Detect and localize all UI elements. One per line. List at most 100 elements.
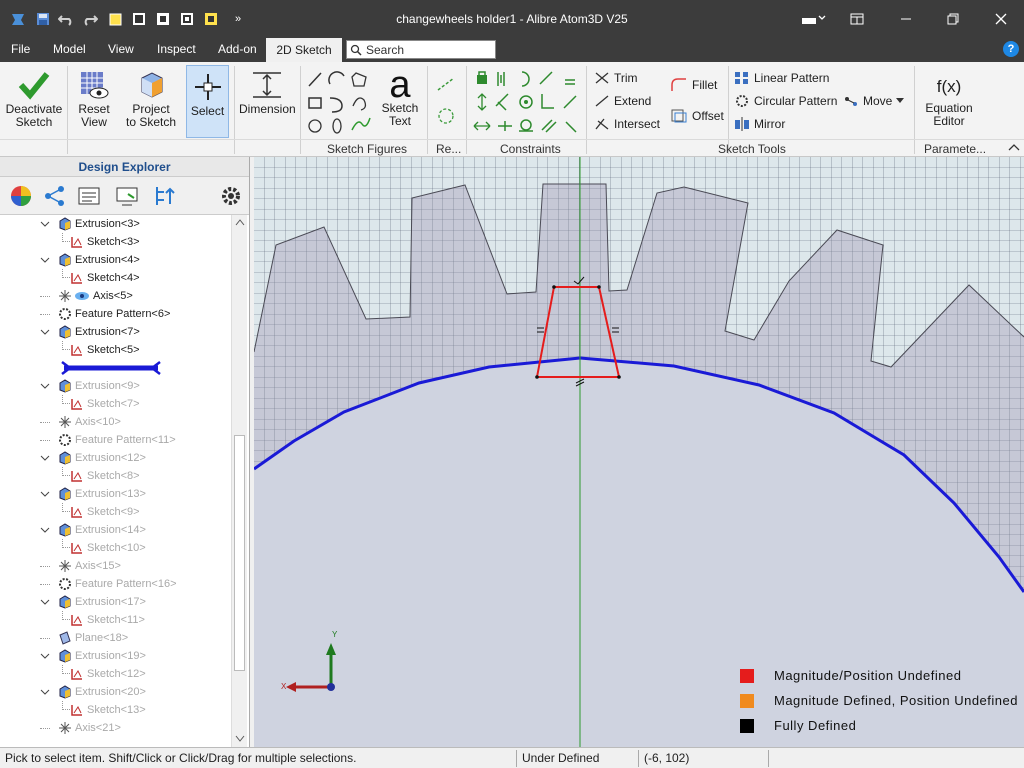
sketch-text-button[interactable]: a Sketch Text — [380, 66, 420, 128]
expand-chevron-icon[interactable] — [40, 489, 50, 499]
intersect-button[interactable]: Intersect — [594, 117, 660, 131]
tree-item[interactable]: Sketch<11> — [62, 611, 145, 629]
restore-ribbon-icon[interactable] — [846, 8, 868, 30]
sketch-canvas[interactable]: Y X Magnitude/Position Undefined Magnitu… — [254, 157, 1024, 747]
scrollbar-thumb[interactable] — [234, 435, 245, 671]
intersect-icon — [595, 118, 609, 130]
settings-gear-icon[interactable] — [218, 184, 244, 208]
tree-item[interactable]: Sketch<9> — [62, 503, 140, 521]
tree-item[interactable]: Axis<10> — [40, 413, 121, 431]
expand-chevron-icon[interactable] — [40, 453, 50, 463]
tree-item[interactable]: Extrusion<4> — [40, 251, 140, 269]
tree-item[interactable]: Axis<5> — [40, 287, 133, 305]
reset-view-label-1: Reset — [78, 102, 110, 116]
hierarchy-icon[interactable] — [152, 184, 178, 208]
move-button[interactable]: Move — [843, 94, 905, 108]
status-state: Under Defined — [516, 750, 638, 767]
tree-item[interactable]: Extrusion<14> — [40, 521, 146, 539]
status-coords: (-6, 102) — [638, 750, 768, 767]
tree-item[interactable]: Sketch<12> — [62, 665, 146, 683]
tree-item[interactable]: Extrusion<7> — [40, 323, 140, 341]
tree-item[interactable]: Sketch<5> — [62, 341, 140, 359]
expand-chevron-icon[interactable] — [40, 687, 50, 697]
close-icon[interactable] — [990, 8, 1012, 30]
search-input[interactable]: Search — [346, 40, 496, 59]
maximize-icon[interactable] — [942, 8, 964, 30]
tree-icon[interactable] — [42, 184, 68, 208]
mirror-button[interactable]: Mirror — [734, 117, 785, 131]
tree-item[interactable]: Sketch<13> — [62, 701, 146, 719]
dimension-button[interactable]: Dimension — [239, 70, 296, 116]
expand-chevron-icon[interactable] — [40, 597, 50, 607]
tree-item[interactable]: Sketch<3> — [62, 233, 140, 251]
reference-icons[interactable] — [436, 76, 458, 136]
collapse-ribbon-icon[interactable] — [1008, 142, 1020, 152]
tree-item[interactable]: Feature Pattern<6> — [40, 305, 170, 323]
rollback-bar[interactable] — [60, 359, 170, 377]
move-icon — [845, 97, 857, 106]
properties-icon[interactable] — [76, 184, 102, 208]
pattern-icon — [58, 433, 72, 447]
menu-model[interactable]: Model — [53, 42, 86, 56]
extend-button[interactable]: Extend — [594, 94, 651, 108]
tree-item[interactable]: Feature Pattern<11> — [40, 431, 176, 449]
expand-chevron-icon[interactable] — [40, 651, 50, 661]
dimension-label: Dimension — [239, 102, 296, 116]
expand-chevron-icon[interactable] — [40, 525, 50, 535]
select-button[interactable]: Select — [186, 65, 229, 138]
sketch-text-label-1: Sketch — [381, 101, 419, 115]
equation-editor-button[interactable]: f(x) Equation Editor — [920, 76, 978, 128]
sketch-view[interactable]: Y X — [254, 157, 1024, 747]
tree-item-label: Sketch<7> — [87, 398, 140, 410]
project-to-sketch-button[interactable]: Project to Sketch — [122, 70, 180, 129]
menu-inspect[interactable]: Inspect — [157, 42, 196, 56]
tree-scrollbar[interactable] — [231, 215, 247, 747]
sketch-icon — [70, 613, 84, 627]
tree-item[interactable]: Sketch<4> — [62, 269, 140, 287]
fillet-button[interactable]: Fillet — [670, 77, 717, 93]
tree-item[interactable]: Extrusion<17> — [40, 593, 146, 611]
tree-item[interactable]: Extrusion<12> — [40, 449, 146, 467]
trim-button[interactable]: Trim — [594, 71, 638, 85]
rollback-bar-icon[interactable] — [60, 361, 170, 375]
circular-pattern-button[interactable]: Circular Pattern — [734, 94, 837, 108]
expand-chevron-icon[interactable] — [40, 327, 50, 337]
sketch-figures-icons[interactable] — [306, 70, 376, 138]
deactivate-sketch-button[interactable]: Deactivate Sketch — [4, 70, 64, 129]
tab-2d-sketch[interactable]: 2D Sketch — [266, 38, 342, 62]
tree-item-label: Sketch<12> — [87, 668, 146, 680]
expand-chevron-icon[interactable] — [40, 381, 50, 391]
menu-file[interactable]: File — [11, 42, 30, 56]
offset-button[interactable]: Offset — [670, 108, 724, 124]
reset-view-button[interactable]: Reset View — [70, 70, 118, 129]
tree-item[interactable]: Axis<15> — [40, 557, 121, 575]
tree-item[interactable]: Axis<21> — [40, 719, 121, 737]
linear-pattern-button[interactable]: Linear Pattern — [734, 71, 829, 85]
tree-item[interactable]: Extrusion<13> — [40, 485, 146, 503]
tree-item[interactable]: Extrusion<3> — [40, 215, 140, 233]
color-wheel-icon[interactable] — [8, 184, 34, 208]
menu-view[interactable]: View — [108, 42, 134, 56]
expand-chevron-icon[interactable] — [40, 219, 50, 229]
tree-item[interactable]: Sketch<8> — [62, 467, 140, 485]
monitor-icon[interactable] — [114, 184, 140, 208]
tree-item[interactable]: Sketch<7> — [62, 395, 140, 413]
tree-item[interactable]: Feature Pattern<16> — [40, 575, 177, 593]
help-icon[interactable]: ? — [1003, 41, 1019, 57]
visibility-eye-icon[interactable] — [74, 291, 90, 301]
minimize-icon[interactable] — [895, 8, 917, 30]
legend-label-magnitude-defined: Magnitude Defined, Position Undefined — [774, 693, 1018, 708]
constraints-icons[interactable] — [472, 70, 584, 136]
tree-item[interactable]: Plane<18> — [40, 629, 128, 647]
sketch-icon — [70, 397, 84, 411]
fillet-icon — [671, 78, 686, 91]
tree-item-label: Axis<15> — [75, 560, 121, 572]
expand-chevron-icon[interactable] — [40, 255, 50, 265]
extrusion-icon — [58, 523, 72, 537]
tree-item[interactable]: Extrusion<20> — [40, 683, 146, 701]
display-mode-icon[interactable] — [798, 8, 828, 30]
tree-item[interactable]: Extrusion<9> — [40, 377, 140, 395]
tree-item[interactable]: Extrusion<19> — [40, 647, 146, 665]
tree-item[interactable]: Sketch<10> — [62, 539, 146, 557]
menu-add-on[interactable]: Add-on — [218, 42, 257, 56]
